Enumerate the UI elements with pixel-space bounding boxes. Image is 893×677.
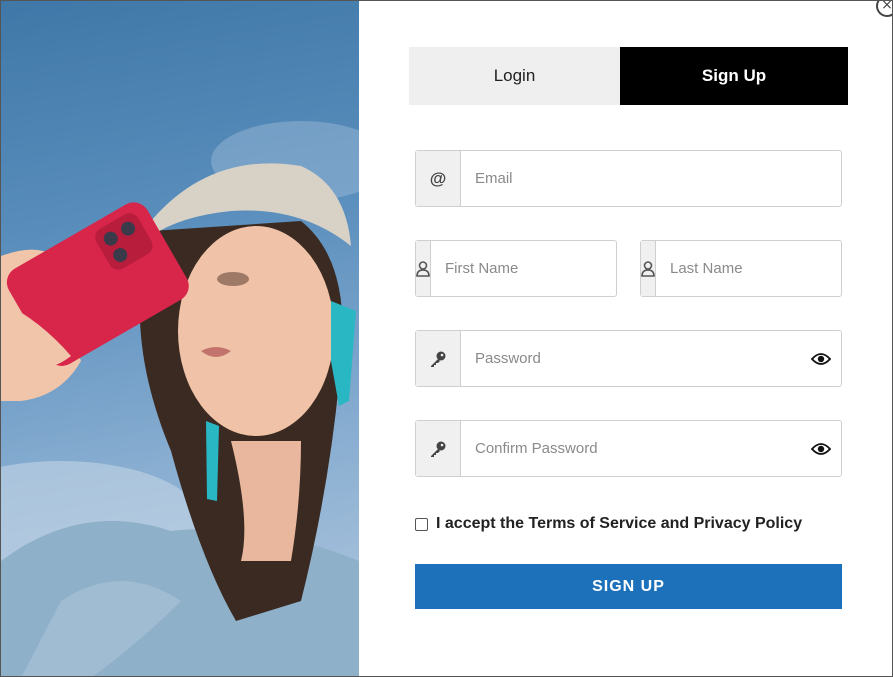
- user-icon: [416, 241, 431, 296]
- key-icon: [416, 421, 461, 476]
- password-input[interactable]: [461, 331, 801, 386]
- hero-photo: [1, 1, 359, 676]
- eye-icon-svg: [811, 352, 831, 365]
- signup-modal: × Login Sign Up @ Email First Name Last …: [0, 0, 893, 677]
- eye-icon[interactable]: [801, 331, 841, 386]
- tab-sign-up[interactable]: Sign Up: [620, 47, 848, 105]
- first-name-field-group: [415, 240, 658, 297]
- first-name-input[interactable]: [431, 241, 658, 296]
- terms-checkbox[interactable]: [415, 517, 428, 531]
- email-field-group: @: [415, 150, 842, 207]
- sign-up-button[interactable]: SIGN UP: [415, 564, 842, 609]
- at-icon: @: [416, 151, 461, 206]
- key-icon-svg: [431, 441, 446, 457]
- user-icon-svg: [641, 260, 655, 277]
- last-name-input[interactable]: [656, 241, 883, 296]
- eye-icon-svg: [811, 442, 831, 455]
- confirm-password-input[interactable]: [461, 421, 801, 476]
- eye-icon[interactable]: [801, 421, 841, 476]
- close-icon[interactable]: ×: [876, 1, 892, 17]
- terms-label[interactable]: I accept the Terms of Service and Privac…: [436, 515, 802, 533]
- terms-row: I accept the Terms of Service and Privac…: [415, 515, 802, 533]
- tab-login[interactable]: Login: [409, 47, 620, 105]
- email-input[interactable]: [461, 151, 841, 206]
- user-icon: [641, 241, 656, 296]
- last-name-field-group: [640, 240, 883, 297]
- hero-illustration: [1, 121, 359, 676]
- key-icon: [416, 331, 461, 386]
- auth-tabs: Login Sign Up: [409, 47, 848, 105]
- user-icon-svg: [416, 260, 430, 277]
- password-field-group: [415, 330, 842, 387]
- key-icon-svg: [431, 351, 446, 367]
- at-glyph: @: [429, 168, 447, 188]
- confirm-password-field-group: [415, 420, 842, 477]
